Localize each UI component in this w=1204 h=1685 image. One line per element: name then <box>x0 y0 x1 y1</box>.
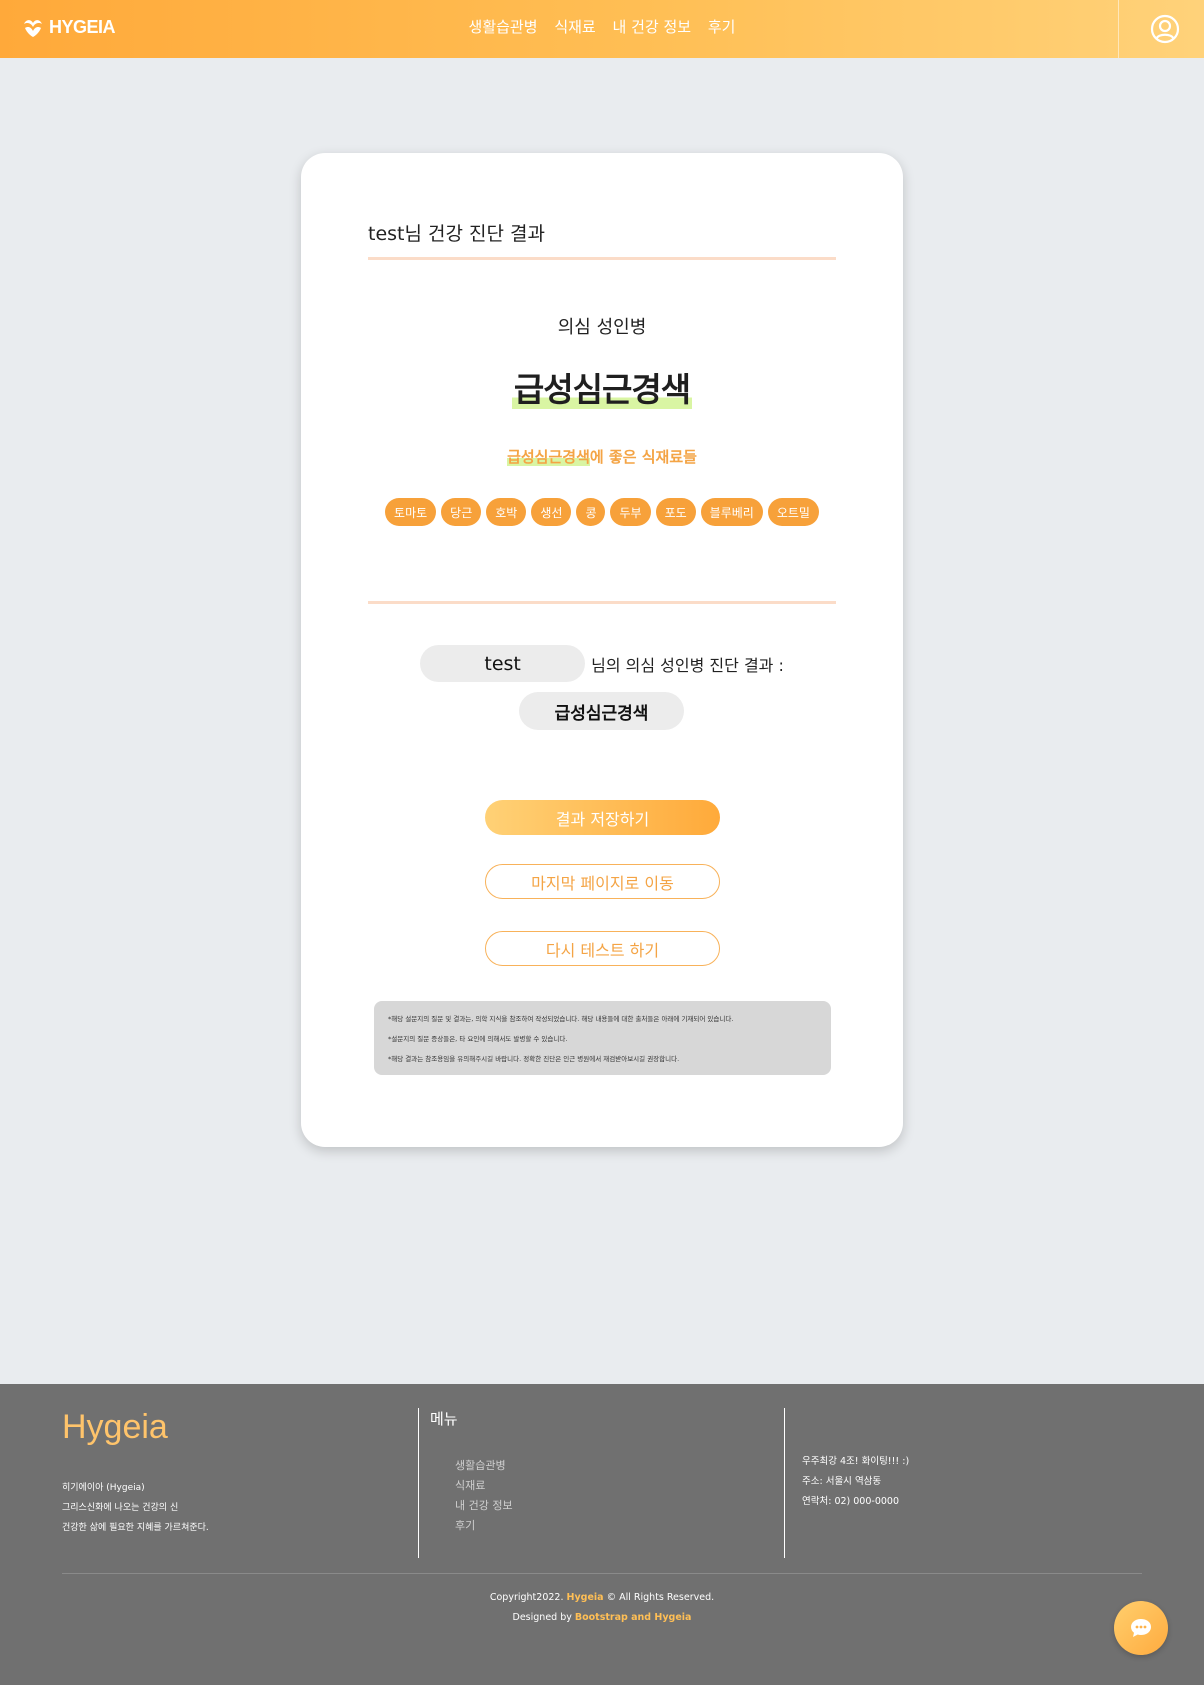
divider <box>368 257 836 260</box>
footer-menu: 생활습관병 식재료 내 건강 정보 후기 <box>455 1456 513 1536</box>
footer-menu-item-reviews[interactable]: 후기 <box>455 1516 513 1536</box>
disclaimer-line: *해당 설문지의 질문 및 결과는, 의학 지식을 참조하여 작성되었습니다. … <box>388 1015 734 1023</box>
designed-by-prefix: Designed by <box>512 1612 575 1623</box>
footer: Hygeia 히기에이아 (Hygeia) 그리스신화에 나오는 건강의 신 건… <box>0 1384 1204 1685</box>
chat-icon <box>1131 1619 1151 1637</box>
footer-desc-line: 건강한 삶에 필요한 지혜를 가르쳐준다. <box>62 1523 209 1533</box>
page-title: test님 건강 진단 결과 <box>368 223 545 245</box>
footer-menu-title: 메뉴 <box>430 1410 458 1428</box>
food-tag[interactable]: 오트밀 <box>767 498 819 526</box>
footer-description: 히기에이아 (Hygeia) 그리스신화에 나오는 건강의 신 건강한 삶에 필… <box>62 1478 209 1538</box>
user-menu <box>1118 0 1180 58</box>
footer-divider <box>418 1408 419 1558</box>
designed-by-line: Designed by Bootstrap and Hygeia <box>0 1608 1204 1628</box>
disease-name: 급성심근경색 <box>301 363 903 411</box>
go-last-page-button[interactable]: 마지막 페이지로 이동 <box>485 864 720 899</box>
footer-desc-line: 그리스신화에 나오는 건강의 신 <box>62 1503 179 1513</box>
food-tag[interactable]: 블루베리 <box>700 498 763 526</box>
nav-item-lifestyle-disease[interactable]: 생활습관병 <box>469 18 538 36</box>
footer-separator <box>62 1573 1142 1574</box>
nav-item-ingredients[interactable]: 식재료 <box>554 18 595 36</box>
divider <box>368 601 836 604</box>
result-summary-text: 님의 의심 성인병 진단 결과 : <box>591 655 784 675</box>
food-tag[interactable]: 호박 <box>486 498 527 526</box>
copyright-line: Copyright2022. Hygeia © All Rights Reser… <box>0 1588 1204 1608</box>
food-tag[interactable]: 당근 <box>441 498 482 526</box>
retry-test-button[interactable]: 다시 테스트 하기 <box>485 931 720 966</box>
disclaimer-line: *해당 결과는 참조용임을 유의해주시길 바랍니다. 정확한 진단은 인근 병원… <box>388 1055 680 1063</box>
result-disease-pill: 급성심근경색 <box>519 692 684 730</box>
footer-divider <box>784 1408 785 1558</box>
footer-menu-item-ingredients[interactable]: 식재료 <box>455 1476 513 1496</box>
food-tag[interactable]: 포도 <box>655 498 696 526</box>
copyright: Copyright2022. Hygeia © All Rights Reser… <box>0 1588 1204 1628</box>
footer-menu-item-lifestyle-disease[interactable]: 생활습관병 <box>455 1456 513 1476</box>
nav-item-my-health[interactable]: 내 건강 정보 <box>613 18 692 36</box>
food-tag-list: 토마토 당근 호박 생선 콩 두부 포도 블루베리 오트밀 <box>301 498 903 526</box>
user-name-pill: test <box>420 645 586 682</box>
result-summary: test 님의 의심 성인병 진단 결과 : <box>301 645 903 682</box>
footer-info-line: 주소: 서울시 역삼동 <box>802 1476 882 1487</box>
footer-info-line: 우주최강 4조! 화이팅!!! :) <box>802 1456 910 1467</box>
disease-name-text: 급성심근경색 <box>511 370 693 409</box>
footer-menu-item-my-health[interactable]: 내 건강 정보 <box>455 1496 513 1516</box>
food-tag[interactable]: 콩 <box>576 498 606 526</box>
footer-info-line: 연락처: 02) 000-0000 <box>802 1496 899 1507</box>
nav-item-reviews[interactable]: 후기 <box>708 18 736 36</box>
footer-desc-line: 히기에이아 (Hygeia) <box>62 1483 145 1493</box>
result-card: test님 건강 진단 결과 의심 성인병 급성심근경색 급성심근경색에 좋은 … <box>301 153 903 1147</box>
copyright-suffix: © All Rights Reserved. <box>603 1592 715 1603</box>
user-circle-icon[interactable] <box>1150 14 1180 44</box>
copyright-prefix: Copyright2022. <box>489 1592 567 1603</box>
foods-title-disease: 급성심근경색 <box>507 448 590 466</box>
disclaimer-line: *설문지의 질문 증상들은, 타 요인에 의해서도 발병할 수 있습니다. <box>388 1035 568 1043</box>
food-tag[interactable]: 두부 <box>610 498 651 526</box>
footer-contact-info: 우주최강 4조! 화이팅!!! :) 주소: 서울시 역삼동 연락처: 02) … <box>802 1452 909 1512</box>
copyright-brand: Hygeia <box>566 1592 604 1603</box>
food-tag[interactable]: 토마토 <box>385 498 437 526</box>
suspected-disease-label: 의심 성인병 <box>557 317 647 338</box>
foods-title: 급성심근경색에 좋은 식재료들 <box>301 446 903 467</box>
chat-button[interactable] <box>1114 1601 1168 1655</box>
disclaimer-box: *해당 설문지의 질문 및 결과는, 의학 지식을 참조하여 작성되었습니다. … <box>374 1001 831 1075</box>
foods-title-suffix: 에 좋은 식재료들 <box>589 448 697 466</box>
main-nav: 생활습관병 식재료 내 건강 정보 후기 <box>0 16 1204 37</box>
footer-brand: Hygeia <box>62 1408 168 1446</box>
designed-by-link[interactable]: Bootstrap and Hygeia <box>575 1612 692 1623</box>
save-result-button[interactable]: 결과 저장하기 <box>485 800 720 835</box>
top-navbar: HYGEIA 생활습관병 식재료 내 건강 정보 후기 <box>0 0 1204 58</box>
food-tag[interactable]: 생선 <box>531 498 572 526</box>
